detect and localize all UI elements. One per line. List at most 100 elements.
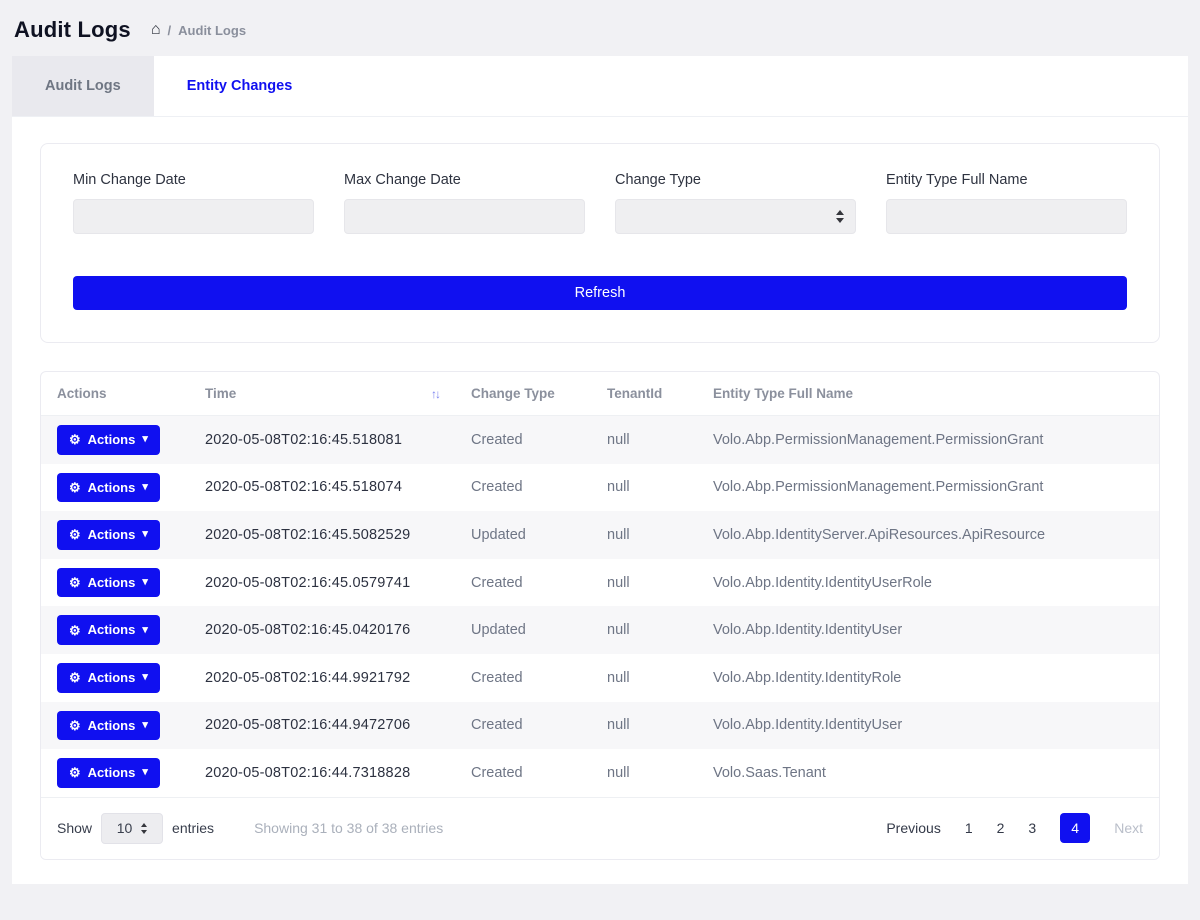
entries-label: entries: [172, 820, 214, 836]
refresh-button[interactable]: Refresh: [73, 276, 1127, 310]
breadcrumb-separator: /: [168, 23, 172, 38]
caret-down-icon: ▾: [142, 767, 148, 778]
caret-down-icon: ▾: [142, 529, 148, 540]
gear-icon: ⚙: [69, 671, 81, 684]
column-header-change-type: Change Type: [455, 372, 591, 416]
gear-icon: ⚙: [69, 576, 81, 589]
tenant-id-cell: null: [591, 702, 697, 750]
caret-down-icon: ▾: [142, 482, 148, 493]
entity-type-label: Entity Type Full Name: [886, 172, 1127, 188]
tenant-id-cell: null: [591, 416, 697, 464]
table-row: ⚙ Actions ▾ 2020-05-08T02:16:45.0579741 …: [41, 559, 1159, 607]
table-row: ⚙ Actions ▾ 2020-05-08T02:16:45.5082529 …: [41, 511, 1159, 559]
row-actions-button[interactable]: ⚙ Actions ▾: [57, 758, 160, 788]
tenant-id-cell: null: [591, 749, 697, 797]
change-type-cell: Updated: [455, 511, 591, 559]
show-label: Show: [57, 820, 92, 836]
column-header-actions: Actions: [41, 372, 189, 416]
gear-icon: ⚙: [69, 719, 81, 732]
table-row: ⚙ Actions ▾ 2020-05-08T02:16:44.9472706 …: [41, 702, 1159, 750]
pagination-page-3[interactable]: 3: [1028, 820, 1036, 836]
home-icon[interactable]: ⌂: [151, 22, 161, 38]
time-cell: 2020-05-08T02:16:44.7318828: [189, 749, 455, 797]
gear-icon: ⚙: [69, 481, 81, 494]
main-panel: Audit Logs Entity Changes Min Change Dat…: [12, 56, 1188, 884]
entity-type-input[interactable]: [886, 199, 1127, 234]
showing-entries-text: Showing 31 to 38 of 38 entries: [254, 820, 443, 836]
tenant-id-cell: null: [591, 511, 697, 559]
page-size-select[interactable]: 10: [101, 813, 163, 844]
sort-icon[interactable]: ↑↓: [431, 387, 439, 401]
filter-change-type: Change Type: [615, 172, 856, 234]
select-updown-icon: [141, 823, 147, 834]
entity-changes-table: Actions Time ↑↓ Change Type TenantId Ent…: [41, 372, 1159, 797]
time-cell: 2020-05-08T02:16:45.5082529: [189, 511, 455, 559]
column-header-time[interactable]: Time ↑↓: [189, 372, 455, 416]
pagination-previous[interactable]: Previous: [886, 820, 940, 836]
change-type-cell: Updated: [455, 606, 591, 654]
row-actions-button[interactable]: ⚙ Actions ▾: [57, 425, 160, 455]
row-actions-button[interactable]: ⚙ Actions ▾: [57, 473, 160, 503]
entity-type-cell: Volo.Abp.Identity.IdentityUser: [697, 606, 1159, 654]
filter-max-change-date: Max Change Date: [344, 172, 585, 234]
breadcrumb: ⌂ / Audit Logs: [151, 22, 246, 38]
pagination-page-2[interactable]: 2: [997, 820, 1005, 836]
select-updown-icon: [836, 210, 844, 223]
time-cell: 2020-05-08T02:16:44.9921792: [189, 654, 455, 702]
change-type-cell: Created: [455, 464, 591, 512]
filter-entity-type: Entity Type Full Name: [886, 172, 1127, 234]
table-header-row: Actions Time ↑↓ Change Type TenantId Ent…: [41, 372, 1159, 416]
column-header-tenant-id: TenantId: [591, 372, 697, 416]
change-type-label: Change Type: [615, 172, 856, 188]
table-row: ⚙ Actions ▾ 2020-05-08T02:16:45.518074 C…: [41, 464, 1159, 512]
caret-down-icon: ▾: [142, 434, 148, 445]
pagination-page-1[interactable]: 1: [965, 820, 973, 836]
row-actions-button[interactable]: ⚙ Actions ▾: [57, 663, 160, 693]
table-row: ⚙ Actions ▾ 2020-05-08T02:16:45.518081 C…: [41, 416, 1159, 464]
change-type-cell: Created: [455, 559, 591, 607]
change-type-select[interactable]: [615, 199, 856, 234]
tab-audit-logs[interactable]: Audit Logs: [12, 56, 154, 116]
row-actions-button[interactable]: ⚙ Actions ▾: [57, 711, 160, 741]
entity-type-cell: Volo.Abp.Identity.IdentityRole: [697, 654, 1159, 702]
entity-type-cell: Volo.Saas.Tenant: [697, 749, 1159, 797]
caret-down-icon: ▾: [142, 625, 148, 636]
row-actions-button[interactable]: ⚙ Actions ▾: [57, 568, 160, 598]
entity-changes-table-card: Actions Time ↑↓ Change Type TenantId Ent…: [40, 371, 1160, 860]
caret-down-icon: ▾: [142, 577, 148, 588]
time-cell: 2020-05-08T02:16:44.9472706: [189, 702, 455, 750]
page-size-value: 10: [117, 820, 133, 836]
table-row: ⚙ Actions ▾ 2020-05-08T02:16:44.7318828 …: [41, 749, 1159, 797]
breadcrumb-current: Audit Logs: [178, 23, 246, 38]
min-change-date-label: Min Change Date: [73, 172, 314, 188]
gear-icon: ⚙: [69, 624, 81, 637]
table-row: ⚙ Actions ▾ 2020-05-08T02:16:45.0420176 …: [41, 606, 1159, 654]
pagination-next[interactable]: Next: [1114, 820, 1143, 836]
pagination-page-4-active[interactable]: 4: [1060, 813, 1090, 843]
filter-card: Min Change Date Max Change Date Change T…: [40, 143, 1160, 343]
row-actions-button[interactable]: ⚙ Actions ▾: [57, 520, 160, 550]
change-type-cell: Created: [455, 416, 591, 464]
table-footer: Show 10 entries Showing 31 to 38 of 38 e…: [41, 797, 1159, 859]
entity-type-cell: Volo.Abp.Identity.IdentityUserRole: [697, 559, 1159, 607]
tab-entity-changes[interactable]: Entity Changes: [154, 56, 326, 116]
filter-min-change-date: Min Change Date: [73, 172, 314, 234]
tenant-id-cell: null: [591, 654, 697, 702]
time-cell: 2020-05-08T02:16:45.0579741: [189, 559, 455, 607]
gear-icon: ⚙: [69, 766, 81, 779]
entity-type-cell: Volo.Abp.IdentityServer.ApiResources.Api…: [697, 511, 1159, 559]
entity-type-cell: Volo.Abp.PermissionManagement.Permission…: [697, 464, 1159, 512]
entity-type-cell: Volo.Abp.PermissionManagement.Permission…: [697, 416, 1159, 464]
caret-down-icon: ▾: [142, 672, 148, 683]
tenant-id-cell: null: [591, 559, 697, 607]
column-header-entity-type: Entity Type Full Name: [697, 372, 1159, 416]
row-actions-button[interactable]: ⚙ Actions ▾: [57, 615, 160, 645]
tab-body: Min Change Date Max Change Date Change T…: [12, 117, 1188, 884]
time-cell: 2020-05-08T02:16:45.518074: [189, 464, 455, 512]
change-type-cell: Created: [455, 654, 591, 702]
time-cell: 2020-05-08T02:16:45.518081: [189, 416, 455, 464]
time-cell: 2020-05-08T02:16:45.0420176: [189, 606, 455, 654]
min-change-date-input[interactable]: [73, 199, 314, 234]
max-change-date-input[interactable]: [344, 199, 585, 234]
entity-type-cell: Volo.Abp.Identity.IdentityUser: [697, 702, 1159, 750]
